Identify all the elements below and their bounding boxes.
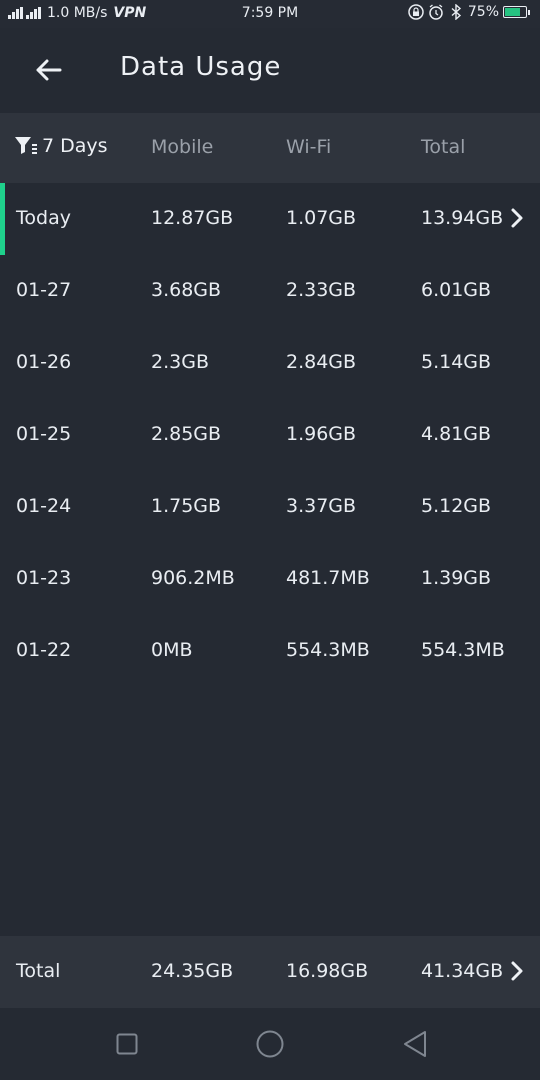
home-button[interactable] [254, 1028, 286, 1060]
row-date: 01-24 [16, 495, 72, 517]
row-date: 01-22 [16, 639, 72, 661]
page-title: Data Usage [120, 52, 282, 82]
row-wifi: 2.33GB [286, 279, 357, 301]
column-total: Total [421, 136, 466, 158]
row-total: 6.01GB [421, 279, 492, 301]
alarm-icon [429, 4, 443, 20]
row-date: 01-25 [16, 423, 72, 445]
row-date: 01-23 [16, 567, 72, 589]
chevron-right-icon[interactable] [510, 207, 524, 229]
row-mobile: 2.3GB [151, 351, 209, 373]
row-total: 5.14GB [421, 351, 492, 373]
list-item: 01-23 906.2MB 481.7MB 1.39GB [0, 543, 540, 615]
row-mobile: 2.85GB [151, 423, 222, 445]
back-nav-button[interactable] [399, 1028, 431, 1060]
total-row[interactable]: Total 24.35GB 16.98GB 41.34GB [0, 936, 540, 1008]
row-wifi: 481.7MB [286, 567, 370, 589]
list-item: 01-24 1.75GB 3.37GB 5.12GB [0, 471, 540, 543]
row-date: Today [16, 207, 71, 229]
row-wifi: 1.07GB [286, 207, 357, 229]
column-mobile: Mobile [151, 136, 214, 158]
battery-percent: 75% [467, 4, 499, 20]
row-total: 554.3MB [421, 639, 505, 661]
list-item: 01-22 0MB 554.3MB 554.3MB [0, 615, 540, 687]
triangle-back-icon [404, 1031, 426, 1057]
square-icon [116, 1033, 138, 1055]
row-mobile: 1.75GB [151, 495, 222, 517]
row-mobile: 3.68GB [151, 279, 222, 301]
list-item: 01-27 3.68GB 2.33GB 6.01GB [0, 255, 540, 327]
row-mobile: 12.87GB [151, 207, 234, 229]
row-total: 1.39GB [421, 567, 492, 589]
lock-icon [408, 4, 424, 20]
bluetooth-icon [451, 4, 461, 20]
list-item: 01-26 2.3GB 2.84GB 5.14GB [0, 327, 540, 399]
row-wifi: 2.84GB [286, 351, 357, 373]
circle-icon [256, 1030, 284, 1058]
period-filter[interactable]: 7 Days [14, 135, 108, 157]
system-nav-bar [0, 1008, 540, 1080]
row-date: 01-26 [16, 351, 72, 373]
status-bar: 1.0 MB/s VPN 7:59 PM 75% [0, 0, 540, 28]
total-mobile: 24.35GB [151, 960, 234, 982]
row-date: 01-27 [16, 279, 72, 301]
filter-label: 7 Days [42, 135, 108, 157]
back-button[interactable] [28, 52, 68, 88]
usage-list: Today 12.87GB 1.07GB 13.94GB 01-27 3.68G… [0, 183, 540, 687]
chevron-right-icon[interactable] [510, 960, 524, 982]
row-wifi: 3.37GB [286, 495, 357, 517]
row-wifi: 1.96GB [286, 423, 357, 445]
recents-button[interactable] [111, 1028, 143, 1060]
battery-icon [503, 6, 530, 18]
list-item-today[interactable]: Today 12.87GB 1.07GB 13.94GB [0, 183, 540, 255]
row-mobile: 0MB [151, 639, 193, 661]
column-wifi: Wi-Fi [286, 136, 332, 158]
total-total: 41.34GB [421, 960, 504, 982]
row-wifi: 554.3MB [286, 639, 370, 661]
table-header: 7 Days Mobile Wi-Fi Total [0, 113, 540, 183]
total-wifi: 16.98GB [286, 960, 369, 982]
total-label: Total [16, 960, 61, 982]
row-mobile: 906.2MB [151, 567, 235, 589]
row-total: 13.94GB [421, 207, 504, 229]
filter-icon [15, 137, 37, 154]
app-bar: Data Usage [0, 28, 540, 113]
back-arrow-icon [36, 59, 62, 81]
list-item: 01-25 2.85GB 1.96GB 4.81GB [0, 399, 540, 471]
row-total: 5.12GB [421, 495, 492, 517]
row-total: 4.81GB [421, 423, 492, 445]
